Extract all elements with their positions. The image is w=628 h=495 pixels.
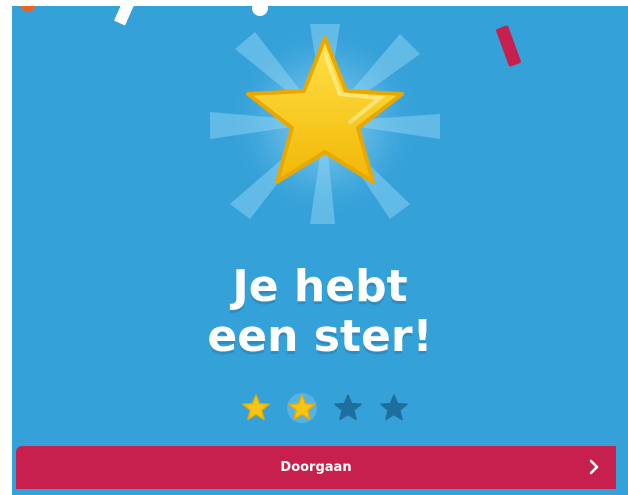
title-line-2: een ster!: [207, 311, 433, 362]
continue-button[interactable]: Doorgaan: [16, 446, 616, 489]
chevron-right-icon: [589, 459, 599, 475]
confetti-strip: [495, 24, 522, 68]
star-icon: [246, 36, 404, 184]
reward-screen: Je hebt een ster!: [12, 6, 628, 495]
confetti-dot: [252, 6, 268, 16]
star-progress: [240, 392, 420, 428]
reward-star: [210, 24, 440, 224]
star-filled-icon: [242, 394, 270, 421]
star-empty-icon: [380, 394, 408, 421]
reward-title: Je hebt een ster!: [12, 262, 628, 362]
confetti-strip: [114, 6, 134, 26]
star-empty-icon: [334, 394, 362, 421]
title-line-1: Je hebt: [232, 261, 408, 312]
continue-button-label: Doorgaan: [280, 460, 352, 475]
star-filled-icon: [287, 393, 317, 423]
confetti-dot: [20, 6, 36, 12]
